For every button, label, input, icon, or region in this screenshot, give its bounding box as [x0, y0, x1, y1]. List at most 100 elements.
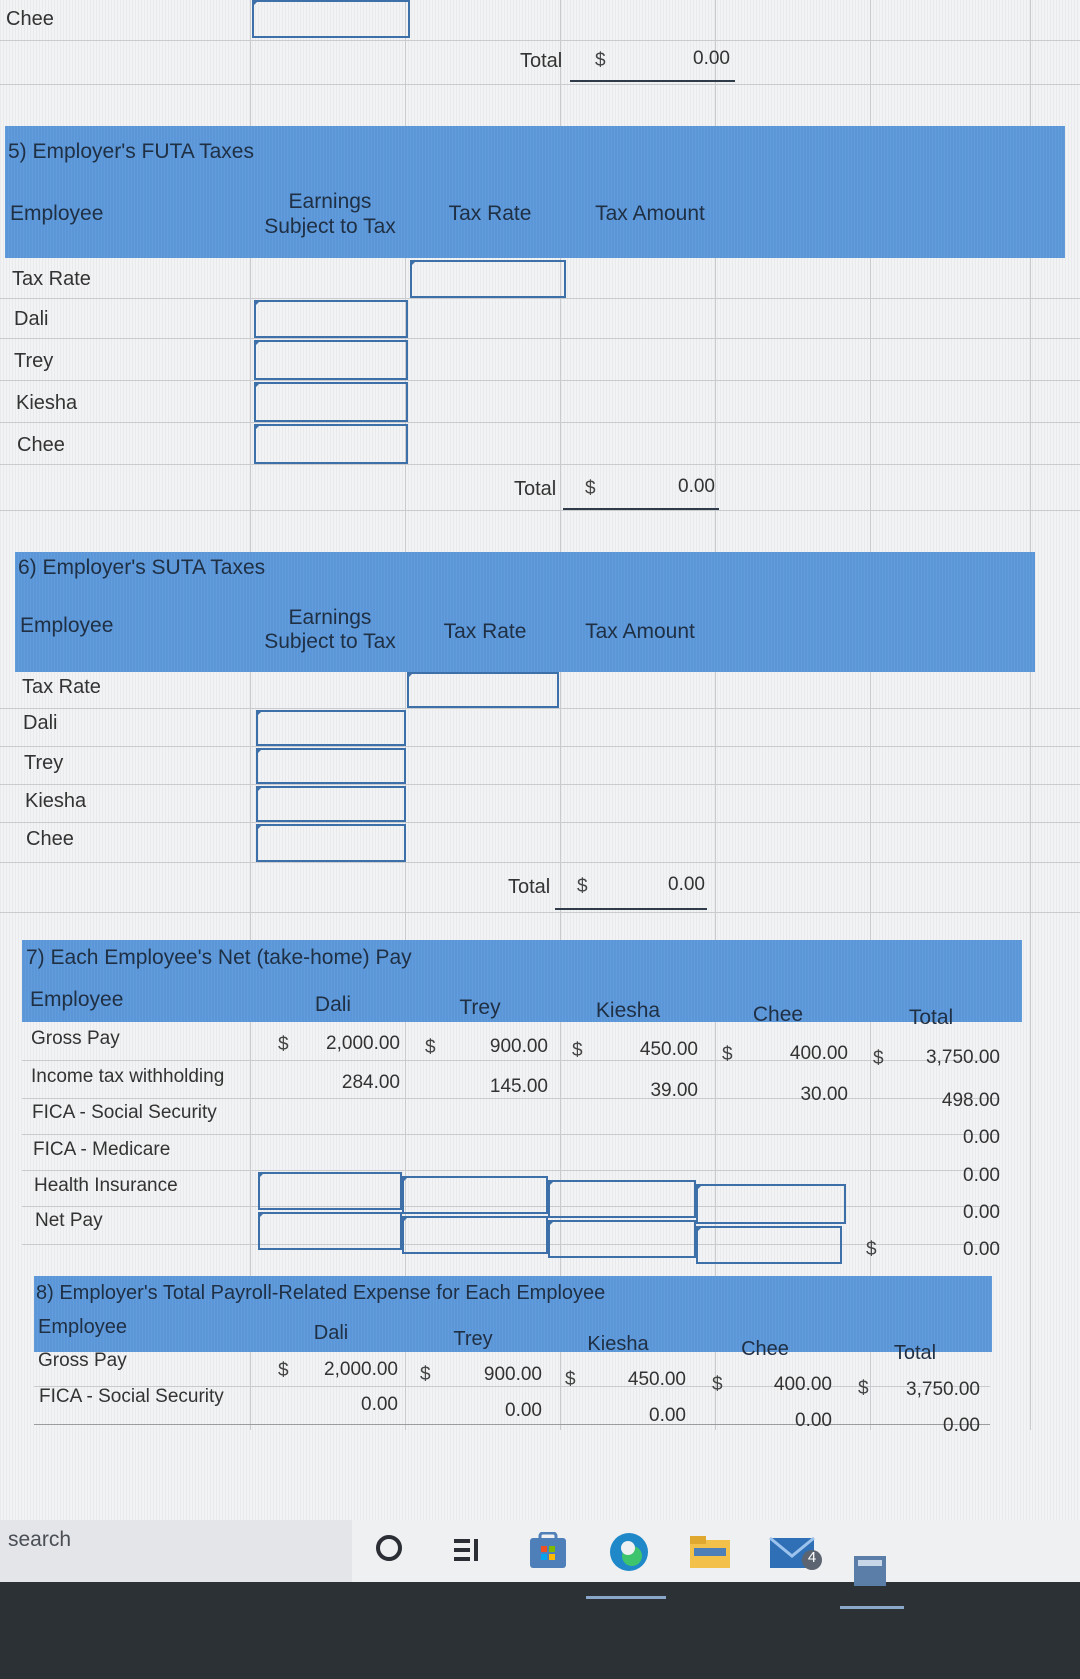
- grid-line: [0, 510, 1080, 511]
- netpay-value: 284.00: [341, 1072, 400, 1093]
- dollar-sign: $: [585, 478, 596, 499]
- suta-title: 6) Employer's SUTA Taxes: [18, 556, 266, 579]
- cortana-circle-icon[interactable]: [376, 1535, 402, 1561]
- grid-line: [0, 422, 1080, 423]
- file-explorer-icon[interactable]: [688, 1534, 732, 1575]
- search-placeholder: search: [8, 1528, 72, 1551]
- futa-tax-rate-input[interactable]: [410, 260, 566, 298]
- grid-line: [22, 1060, 1000, 1061]
- netpay-total-value: 0.00: [963, 1127, 1000, 1148]
- expense-row-label: Gross Pay: [38, 1350, 127, 1371]
- dollar-sign: $: [595, 50, 606, 71]
- earnings-input-cell[interactable]: [252, 0, 410, 38]
- spreadsheet: Chee Total $ 0.00 5) Employer's FUTA Tax…: [0, 0, 1080, 1520]
- grid-line: [22, 1098, 1000, 1099]
- suta-earnings-input-chee[interactable]: [256, 824, 406, 862]
- futa-total-value: 0.00: [678, 476, 715, 497]
- grid-line: [0, 380, 1080, 381]
- netpay-col-name: Total: [908, 1006, 954, 1029]
- suta-col-earnings-line1: Earnings: [288, 606, 372, 629]
- suta-row-label: Dali: [23, 712, 58, 734]
- expense-title: 8) Employer's Total Payroll-Related Expe…: [36, 1282, 606, 1304]
- expense-col-name: Chee: [741, 1338, 789, 1360]
- suta-row-label: Trey: [24, 752, 64, 774]
- netpay-title: 7) Each Employee's Net (take-home) Pay: [26, 946, 412, 969]
- futa-row-label: Tax Rate: [12, 268, 91, 290]
- expense-col-name: Kiesha: [587, 1333, 649, 1355]
- net-pay-input-dali[interactable]: [258, 1212, 402, 1250]
- health-insurance-input-kiesha[interactable]: [548, 1180, 696, 1218]
- netpay-row-label: Income tax withholding: [31, 1066, 225, 1087]
- expense-row-label: FICA - Social Security: [39, 1386, 224, 1407]
- netpay-total-value: 498.00: [941, 1090, 1000, 1111]
- futa-row-label: Kiesha: [16, 392, 78, 414]
- suta-total-label: Total: [508, 876, 551, 898]
- total-underline: [563, 508, 719, 510]
- expense-value: 2,000.00: [324, 1359, 398, 1380]
- futa-total-label: Total: [514, 478, 557, 500]
- task-view-icon[interactable]: [452, 1536, 482, 1569]
- suta-tax-rate-input[interactable]: [407, 672, 559, 708]
- health-insurance-input-trey[interactable]: [402, 1176, 548, 1214]
- expense-total-value: 3,750.00: [906, 1379, 980, 1400]
- futa-col-amount: Tax Amount: [595, 202, 705, 225]
- active-app-indicator: [840, 1606, 904, 1609]
- dollar-sign: $: [425, 1037, 436, 1058]
- futa-earnings-input-kiesha[interactable]: [254, 382, 408, 422]
- expense-value: 400.00: [773, 1374, 832, 1395]
- suta-earnings-input-kiesha[interactable]: [256, 786, 406, 822]
- dollar-sign: $: [712, 1374, 723, 1395]
- futa-col-rate: Tax Rate: [448, 202, 532, 225]
- futa-col-earnings-line1: Earnings: [288, 190, 372, 213]
- grid-line: [34, 1424, 990, 1425]
- mail-icon[interactable]: 4: [768, 1530, 828, 1579]
- netpay-col-name: Dali: [314, 993, 352, 1016]
- store-icon[interactable]: [528, 1531, 568, 1575]
- netpay-value: 400.00: [789, 1043, 848, 1064]
- grid-line: [0, 708, 1080, 709]
- netpay-row-label: FICA - Medicare: [33, 1139, 171, 1160]
- futa-earnings-input-trey[interactable]: [254, 340, 408, 380]
- netpay-value: 2,000.00: [326, 1033, 400, 1054]
- futa-col-earnings-line2: Subject to Tax: [264, 215, 396, 238]
- employee-name-chee: Chee: [6, 8, 54, 30]
- netpay-total-value: 3,750.00: [926, 1047, 1000, 1068]
- suta-total-value: 0.00: [668, 874, 705, 895]
- taskbar-search-box[interactable]: search: [0, 1520, 352, 1582]
- calculator-icon[interactable]: [854, 1556, 886, 1586]
- futa-row-label: Dali: [14, 308, 49, 330]
- suta-col-rate: Tax Rate: [443, 620, 527, 643]
- dollar-sign: $: [873, 1048, 884, 1069]
- dollar-sign: $: [565, 1369, 576, 1390]
- suta-col-employee: Employee: [20, 614, 114, 637]
- net-pay-input-chee[interactable]: [696, 1226, 842, 1264]
- grid-line: [0, 338, 1080, 339]
- futa-earnings-input-chee[interactable]: [254, 424, 408, 464]
- suta-earnings-input-trey[interactable]: [256, 748, 406, 784]
- mail-badge-count: 4: [807, 1549, 817, 1566]
- netpay-row-label: Net Pay: [35, 1210, 103, 1231]
- grid-line: [0, 822, 1080, 823]
- health-insurance-input-chee[interactable]: [696, 1184, 846, 1224]
- dollar-sign: $: [572, 1040, 583, 1061]
- suta-row-label: Kiesha: [25, 790, 87, 812]
- grid-line: [0, 746, 1080, 747]
- dollar-sign: $: [577, 876, 588, 897]
- netpay-col-name: Trey: [459, 996, 501, 1019]
- suta-col-amount: Tax Amount: [585, 620, 695, 643]
- futa-earnings-input-dali[interactable]: [254, 300, 408, 338]
- suta-col-earnings-line2: Subject to Tax: [264, 630, 396, 653]
- health-insurance-input-dali[interactable]: [258, 1172, 402, 1210]
- futa-row-label: Chee: [17, 434, 65, 456]
- expense-value: 0.00: [795, 1410, 832, 1431]
- expense-value: 0.00: [649, 1405, 686, 1426]
- suta-earnings-input-dali[interactable]: [256, 710, 406, 746]
- dollar-sign: $: [278, 1360, 289, 1381]
- futa-col-employee: Employee: [10, 202, 104, 225]
- suta-row-label: Chee: [26, 828, 74, 850]
- net-pay-input-kiesha[interactable]: [548, 1220, 696, 1258]
- netpay-total-value: 0.00: [963, 1239, 1000, 1260]
- dollar-sign: $: [858, 1378, 869, 1399]
- edge-icon[interactable]: [606, 1530, 652, 1579]
- net-pay-input-trey[interactable]: [402, 1216, 548, 1254]
